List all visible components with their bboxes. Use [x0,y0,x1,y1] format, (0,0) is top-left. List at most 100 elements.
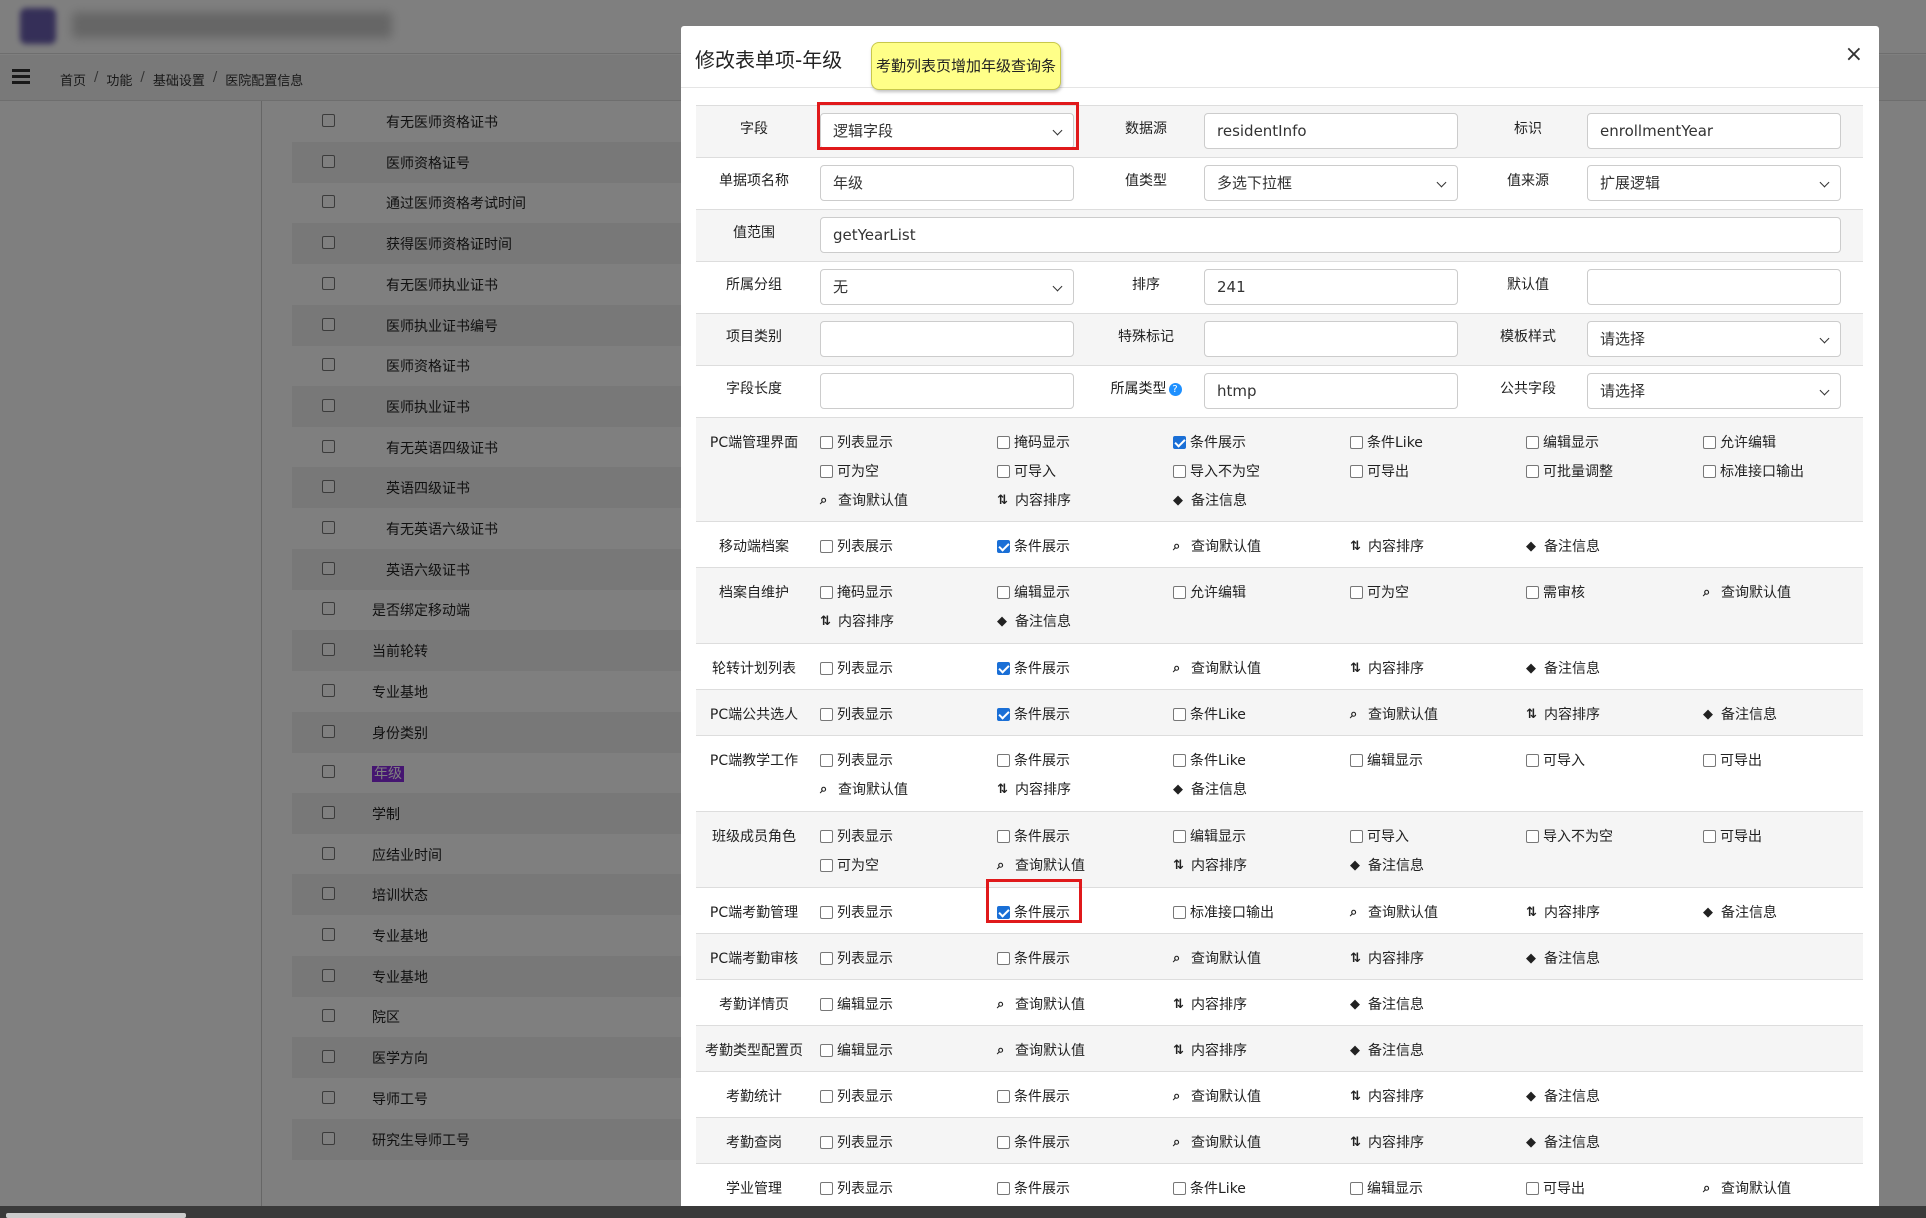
option-checkbox[interactable]: 编辑显示 [820,994,893,1014]
checked-checkbox-icon[interactable] [997,661,1010,675]
option-checkbox[interactable]: 可为空 [1350,582,1409,602]
checked-checkbox-icon[interactable] [997,539,1010,553]
checkbox-icon[interactable] [1703,829,1716,843]
content-sort-button[interactable]: ⇅ 内容排序 [1350,658,1424,678]
query-default-button[interactable]: ⌕ 查询默认值 [997,1040,1085,1060]
option-checkbox[interactable]: 可导入 [997,461,1056,481]
option-checkbox[interactable]: 编辑显示 [1350,750,1423,770]
checkbox-icon[interactable] [820,1043,833,1057]
checkbox-icon[interactable] [1526,435,1539,449]
option-checkbox[interactable]: 列表显示 [820,826,893,846]
checkbox-icon[interactable] [997,1089,1010,1103]
option-checkbox[interactable]: 列表显示 [820,1086,893,1106]
option-checkbox[interactable]: 列表显示 [820,704,893,724]
checkbox-icon[interactable] [1526,829,1539,843]
checkbox-icon[interactable] [1350,585,1363,599]
query-default-button[interactable]: ⌕ 查询默认值 [1173,1132,1261,1152]
option-checkbox[interactable]: 编辑显示 [1526,432,1599,452]
content-sort-button[interactable]: ⇅ 内容排序 [1173,994,1247,1014]
option-checkbox[interactable]: 列表显示 [820,750,893,770]
query-default-button[interactable]: ⌕ 查询默认值 [820,490,908,510]
category-input[interactable] [820,321,1074,357]
option-checkbox[interactable]: 可为空 [820,461,879,481]
option-checkbox[interactable]: 编辑显示 [997,582,1070,602]
checkbox-icon[interactable] [820,753,833,767]
checkbox-icon[interactable] [1350,464,1363,478]
option-checkbox[interactable]: 条件Like [1173,750,1246,770]
content-sort-button[interactable]: ⇅ 内容排序 [1173,1040,1247,1060]
content-sort-button[interactable]: ⇅ 内容排序 [1173,855,1247,875]
checkbox-icon[interactable] [1703,435,1716,449]
checkbox-icon[interactable] [820,661,833,675]
checkbox-icon[interactable] [820,1089,833,1103]
option-checkbox[interactable]: 可导出 [1350,461,1409,481]
option-checkbox[interactable]: 标准接口输出 [1703,461,1804,481]
checked-checkbox-icon[interactable] [1173,435,1186,449]
query-default-button[interactable]: ⌕ 查询默认值 [1703,1178,1791,1198]
checkbox-icon[interactable] [820,1135,833,1149]
taskbar-tab[interactable] [6,1213,186,1218]
checkbox-icon[interactable] [1350,1181,1363,1195]
query-default-button[interactable]: ⌕ 查询默认值 [1173,1086,1261,1106]
content-sort-button[interactable]: ⇅ 内容排序 [1350,1132,1424,1152]
option-checkbox[interactable]: 可为空 [820,855,879,875]
btype-input[interactable]: htmp [1204,373,1458,409]
checkbox-icon[interactable] [1173,753,1186,767]
content-sort-button[interactable]: ⇅ 内容排序 [1350,1086,1424,1106]
option-checkbox[interactable]: 条件展示 [997,1086,1070,1106]
checkbox-icon[interactable] [820,951,833,965]
option-checkbox[interactable]: 条件展示 [1173,432,1246,452]
query-default-button[interactable]: ⌕ 查询默认值 [1350,902,1438,922]
remark-button[interactable]: ◆ 备注信息 [1173,490,1247,510]
remark-button[interactable]: ◆ 备注信息 [1526,658,1600,678]
option-checkbox[interactable]: 列表显示 [820,1178,893,1198]
checkbox-icon[interactable] [997,585,1010,599]
checkbox-icon[interactable] [1350,829,1363,843]
checkbox-icon[interactable] [1173,707,1186,721]
content-sort-button[interactable]: ⇅ 内容排序 [997,490,1071,510]
vtype-select[interactable]: 多选下拉框 [1204,165,1458,201]
option-checkbox[interactable]: 条件展示 [997,704,1070,724]
checkbox-icon[interactable] [1526,464,1539,478]
checkbox-icon[interactable] [1526,585,1539,599]
template-select[interactable]: 请选择 [1587,321,1841,357]
remark-button[interactable]: ◆ 备注信息 [997,611,1071,631]
option-checkbox[interactable]: 条件展示 [997,658,1070,678]
remark-button[interactable]: ◆ 备注信息 [1703,902,1777,922]
checkbox-icon[interactable] [1173,905,1186,919]
option-checkbox[interactable]: 条件Like [1173,1178,1246,1198]
option-checkbox[interactable]: 标准接口输出 [1173,902,1274,922]
checkbox-icon[interactable] [1350,753,1363,767]
option-checkbox[interactable]: 导入不为空 [1526,826,1613,846]
option-checkbox[interactable]: 列表显示 [820,1132,893,1152]
checkbox-icon[interactable] [820,707,833,721]
checkbox-icon[interactable] [820,905,833,919]
option-checkbox[interactable]: 条件展示 [997,750,1070,770]
checkbox-icon[interactable] [1703,464,1716,478]
order-input[interactable]: 241 [1204,269,1458,305]
default-input[interactable] [1587,269,1841,305]
option-checkbox[interactable]: 条件展示 [997,536,1070,556]
option-checkbox[interactable]: 掩码显示 [820,582,893,602]
query-default-button[interactable]: ⌕ 查询默认值 [1173,658,1261,678]
content-sort-button[interactable]: ⇅ 内容排序 [820,611,894,631]
id-input[interactable]: enrollmentYear [1587,113,1841,149]
remark-button[interactable]: ◆ 备注信息 [1173,779,1247,799]
option-checkbox[interactable]: 编辑显示 [1173,826,1246,846]
option-checkbox[interactable]: 可导出 [1703,826,1762,846]
length-input[interactable] [820,373,1074,409]
remark-button[interactable]: ◆ 备注信息 [1350,994,1424,1014]
checkbox-icon[interactable] [1173,1181,1186,1195]
source-input[interactable]: residentInfo [1204,113,1458,149]
remark-button[interactable]: ◆ 备注信息 [1526,1086,1600,1106]
content-sort-button[interactable]: ⇅ 内容排序 [1526,902,1600,922]
checkbox-icon[interactable] [997,753,1010,767]
checkbox-icon[interactable] [1526,1181,1539,1195]
checkbox-icon[interactable] [1703,753,1716,767]
option-checkbox[interactable]: 列表显示 [820,902,893,922]
remark-button[interactable]: ◆ 备注信息 [1526,1132,1600,1152]
public-select[interactable]: 请选择 [1587,373,1841,409]
option-checkbox[interactable]: 条件展示 [997,1132,1070,1152]
option-checkbox[interactable]: 掩码显示 [997,432,1070,452]
checkbox-icon[interactable] [820,997,833,1011]
